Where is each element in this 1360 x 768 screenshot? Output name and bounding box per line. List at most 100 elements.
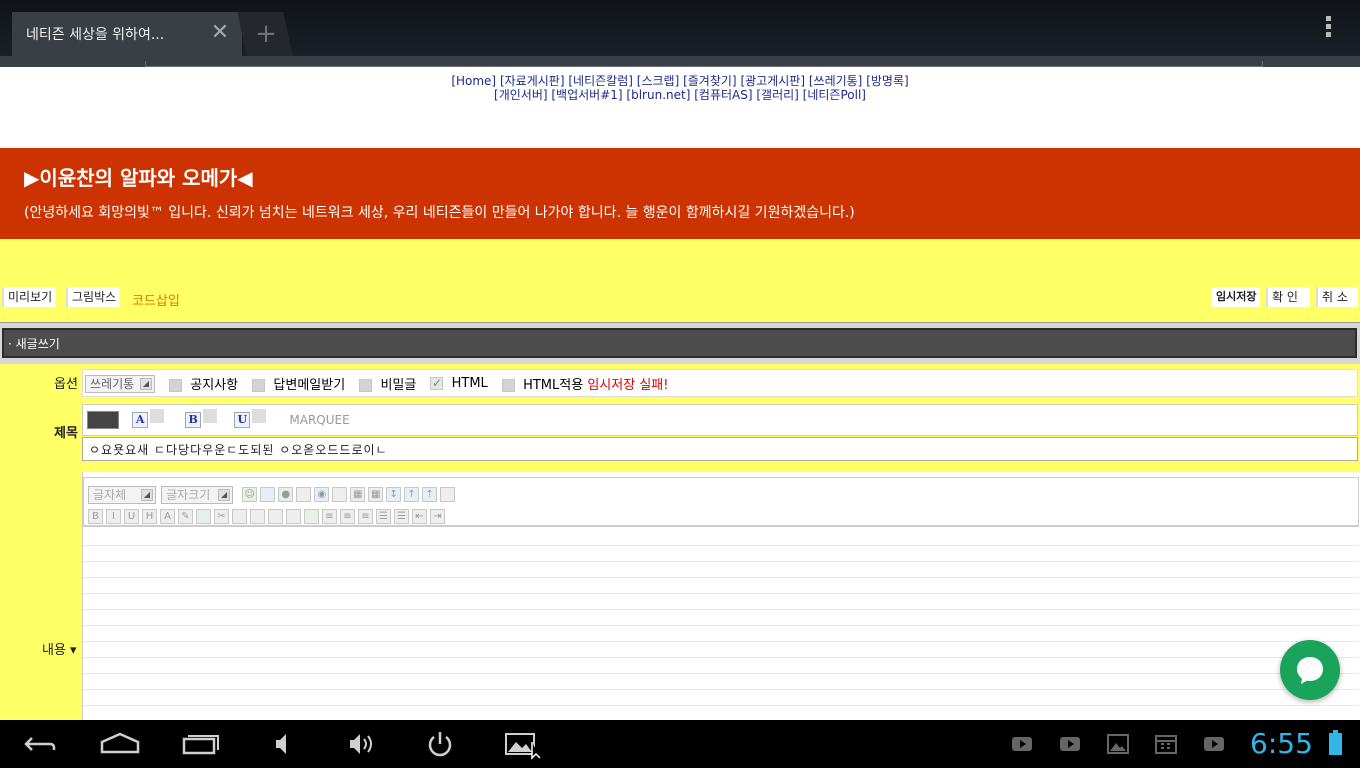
notice-checkbox[interactable]: [169, 379, 183, 392]
html-apply-checkbox[interactable]: [501, 379, 515, 392]
temp-save-button[interactable]: 임시저장: [1212, 287, 1261, 307]
copy-icon[interactable]: [232, 509, 247, 524]
calendar-icon[interactable]: [1155, 734, 1177, 754]
table-grid-icon[interactable]: ▦: [368, 487, 384, 502]
nav-link-scrap[interactable]: [스크랩]: [637, 74, 679, 88]
nav-link-ads[interactable]: [광고게시판]: [740, 74, 805, 88]
align-right-icon[interactable]: ≡: [358, 509, 373, 524]
bold-checkbox[interactable]: [203, 409, 218, 423]
screenshot-icon[interactable]: [502, 728, 542, 760]
home-icon[interactable]: [100, 728, 140, 760]
overflow-menu-icon[interactable]: [1318, 16, 1338, 42]
insert-link-icon[interactable]: ◉: [314, 487, 330, 502]
print-icon[interactable]: [332, 487, 348, 502]
align-left-icon[interactable]: ≡: [322, 509, 337, 524]
secret-label: 비밀글: [380, 378, 417, 393]
plus-icon[interactable]: +: [252, 17, 280, 51]
picture-box-button[interactable]: 그림박스: [66, 287, 121, 307]
insert-table-icon[interactable]: ▦: [350, 487, 366, 502]
chat-button[interactable]: [1280, 640, 1340, 700]
underline-checkbox[interactable]: [252, 409, 267, 423]
notice-label: 공지사항: [190, 378, 239, 393]
bold-icon[interactable]: B: [185, 411, 202, 428]
paste-icon[interactable]: [250, 509, 265, 524]
code-insert-button[interactable]: 코드삽입: [132, 290, 180, 309]
preview-button[interactable]: 미리보기: [2, 287, 57, 307]
options-row: 쓰레기통 ◢ 공지사항 답변메일받기 비밀글 ✓ HTML HTML적용 임시저장…: [82, 369, 1358, 397]
chat-icon: [1297, 657, 1323, 684]
find-icon[interactable]: [268, 509, 283, 524]
tab-title: 네티즌 세상을 위하여...: [26, 27, 165, 43]
html-checkbox[interactable]: ✓: [430, 377, 444, 390]
banner-subtitle: (안녕하세요 회망의빛™ 입니다. 신뢰가 넘치는 네트워크 세상, 우리 네티…: [24, 205, 855, 221]
secret-checkbox[interactable]: [359, 379, 373, 392]
nav-link-blrun[interactable]: [blrun.net]: [626, 88, 690, 102]
strikethrough-icon[interactable]: H: [142, 509, 157, 524]
nav-link-poll[interactable]: [네티즌Poll]: [803, 88, 866, 102]
nav-link-guestbook[interactable]: [방명록]: [866, 74, 908, 88]
youtube-icon[interactable]: [1203, 734, 1225, 754]
title-color-swatch[interactable]: [87, 410, 119, 429]
back-icon[interactable]: [20, 728, 60, 760]
html-apply-label: HTML적용: [523, 378, 584, 393]
nav-link-computer-as[interactable]: [컴퓨터AS]: [694, 88, 752, 102]
battery-icon: [1329, 730, 1342, 755]
browser-tab[interactable]: 네티즌 세상을 위하여... ✕: [12, 12, 242, 56]
nav-link-home[interactable]: [Home]: [451, 74, 496, 88]
write-header: · 새글쓰기: [0, 322, 1360, 364]
unordered-list-icon[interactable]: ☰: [394, 509, 409, 524]
content-editor: 글자체 ◢ 글자크기 ◢ ☺ ● ◉ ▦ ▦ ↕ ↑ ⇡ B I U H A ✎ ✂ ≡ ≡ ≡ ☰ ☰ ⇤ ⇥: [82, 472, 1360, 720]
nav-link-trash[interactable]: [쓰레기통]: [809, 74, 863, 88]
cut-icon[interactable]: ✂: [214, 509, 229, 524]
youtube-icon[interactable]: [1011, 734, 1033, 754]
align-center-icon[interactable]: ≡: [340, 509, 355, 524]
web-page: [Home] [자료게시판] [네티즌칼럼] [스크랩] [즐겨찾기] [광고게…: [0, 67, 1360, 720]
temp-save-status: 임시저장 실패!: [587, 378, 669, 393]
new-page-icon[interactable]: [440, 487, 456, 502]
nav-link-personal-server[interactable]: [개인서버]: [494, 88, 548, 102]
font-color-checkbox[interactable]: [150, 409, 165, 423]
eraser-icon[interactable]: [286, 509, 301, 524]
recent-apps-icon[interactable]: [180, 728, 220, 760]
font-family-select[interactable]: 글자체 ◢: [88, 485, 156, 504]
nav-link-favorites[interactable]: [즐겨찾기]: [683, 74, 737, 88]
underline-icon[interactable]: U: [234, 411, 251, 428]
color-picker-icon[interactable]: ●: [278, 487, 294, 502]
bold-icon[interactable]: B: [88, 509, 103, 524]
insert-image-icon[interactable]: [296, 487, 312, 502]
font-size-select[interactable]: 글자크기 ◢: [161, 485, 234, 504]
reply-mail-checkbox[interactable]: [252, 379, 266, 392]
nav-link-backup-server[interactable]: [백업서버#1]: [551, 88, 622, 102]
font-color-icon[interactable]: A: [132, 411, 149, 428]
confirm-button[interactable]: 확 인: [1266, 287, 1310, 307]
youtube-icon[interactable]: [1059, 734, 1081, 754]
gallery-icon[interactable]: [1107, 734, 1129, 754]
emoticon-icon[interactable]: ☺: [242, 487, 258, 502]
close-icon[interactable]: ✕: [208, 21, 232, 45]
save-icon[interactable]: [304, 509, 319, 524]
nav-link-column[interactable]: [네티즌칼럼]: [568, 74, 633, 88]
font-color-icon[interactable]: A: [160, 509, 175, 524]
outdent-icon[interactable]: ⇤: [412, 509, 427, 524]
underline-icon[interactable]: U: [124, 509, 139, 524]
title-input[interactable]: ㅇ요욧요새 ㄷ다당다우운ㄷ도되된 ㅇ오옫오드드로이ㄴ: [82, 437, 1358, 461]
insert-media-icon[interactable]: [260, 487, 276, 502]
move-up-icon[interactable]: ↕: [386, 487, 402, 502]
arrow-up-icon[interactable]: ↑: [404, 487, 420, 502]
nav-link-archive[interactable]: [자료게시판]: [500, 74, 565, 88]
url-bar[interactable]: [0, 56, 1360, 67]
site-banner: ▶이윤찬의 알파와 오메가◀ (안녕하세요 회망의빛™ 입니다. 신뢰가 넘치는…: [0, 148, 1360, 239]
upload-icon[interactable]: ⇡: [422, 487, 438, 502]
highlight-icon[interactable]: ✎: [178, 509, 193, 524]
content-textarea[interactable]: [83, 530, 1359, 720]
italic-icon[interactable]: I: [106, 509, 121, 524]
category-select[interactable]: 쓰레기통 ◢: [85, 374, 155, 393]
nav-link-gallery[interactable]: [갤러리]: [756, 88, 798, 102]
volume-down-icon[interactable]: [262, 728, 302, 760]
cancel-button[interactable]: 취 소: [1316, 287, 1358, 307]
power-icon[interactable]: [420, 728, 460, 760]
volume-up-icon[interactable]: [342, 728, 382, 760]
indent-icon[interactable]: ⇥: [430, 509, 445, 524]
document-icon[interactable]: [196, 509, 211, 524]
ordered-list-icon[interactable]: ☰: [376, 509, 391, 524]
